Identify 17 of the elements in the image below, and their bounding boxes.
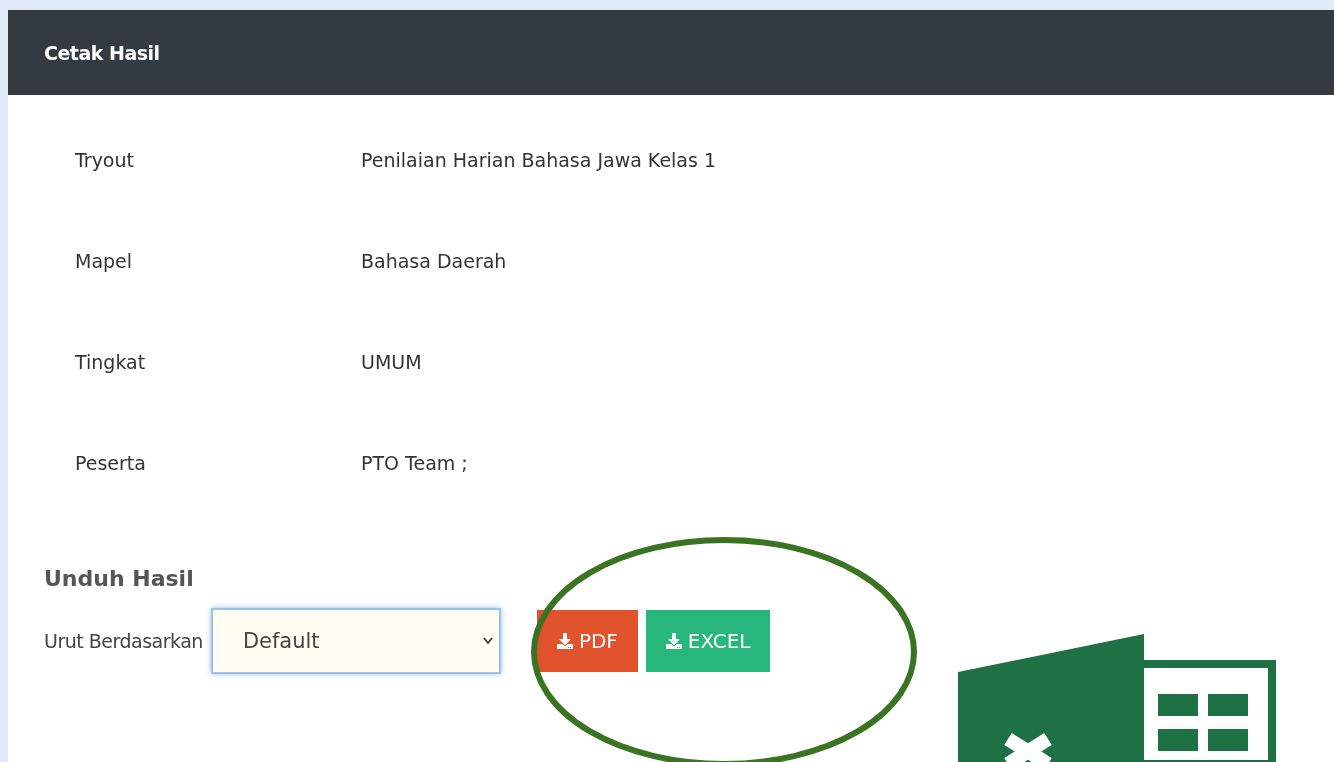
detail-value: Bahasa Daerah	[361, 250, 508, 272]
detail-label: Tingkat	[75, 351, 147, 373]
download-icon	[556, 633, 573, 649]
section-heading: Unduh Hasil	[44, 566, 195, 591]
detail-value: Penilaian Harian Bahasa Jawa Kelas 1	[361, 149, 718, 171]
detail-value: UMUM	[361, 351, 423, 373]
detail-label: Tryout	[75, 149, 135, 171]
dropdown-caret-icon	[482, 637, 493, 645]
excel-download-button[interactable]: EXCEL	[645, 610, 771, 672]
sort-select[interactable]: Default	[210, 608, 501, 674]
detail-value: PTO Team ;	[361, 452, 469, 474]
pdf-download-button[interactable]: PDF	[536, 610, 638, 672]
detail-label: Peserta	[75, 452, 147, 474]
sort-label: Urut Berdasarkan	[44, 630, 203, 652]
panel-title: Cetak Hasil	[8, 10, 1334, 95]
download-icon	[665, 633, 682, 649]
detail-label: Mapel	[75, 250, 134, 272]
